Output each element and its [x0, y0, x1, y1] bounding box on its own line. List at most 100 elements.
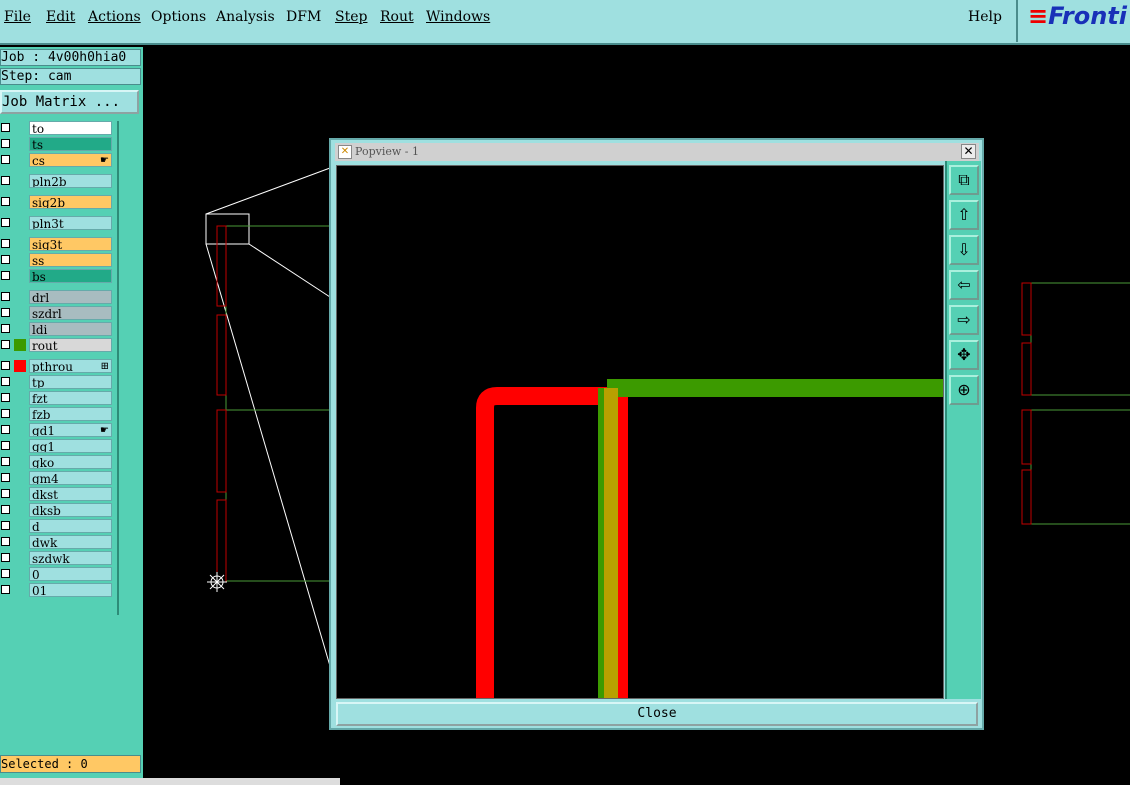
- menu-options[interactable]: Options: [151, 9, 206, 25]
- pan-down-button[interactable]: ⇩: [949, 235, 979, 265]
- layer-checkbox[interactable]: [1, 239, 10, 248]
- layer-row[interactable]: ts: [0, 137, 116, 151]
- menu-help[interactable]: Help: [968, 9, 1002, 25]
- layer-checkbox[interactable]: [1, 537, 10, 546]
- layer-row[interactable]: bs: [0, 269, 116, 283]
- layer-name[interactable]: drl: [29, 290, 112, 304]
- layer-checkbox[interactable]: [1, 308, 10, 317]
- close-icon[interactable]: ✕: [961, 144, 976, 159]
- popview-canvas[interactable]: [336, 165, 944, 699]
- menu-dfm[interactable]: DFM: [286, 9, 321, 25]
- layer-row[interactable]: fzt: [0, 391, 116, 405]
- layer-row[interactable]: to: [0, 121, 116, 135]
- layer-row[interactable]: cs ☛: [0, 153, 116, 167]
- layer-row[interactable]: sig3t: [0, 237, 116, 251]
- layer-row[interactable]: ldi: [0, 322, 116, 336]
- layer-name[interactable]: cs ☛: [29, 153, 112, 167]
- layer-checkbox[interactable]: [1, 521, 10, 530]
- layer-checkbox[interactable]: [1, 569, 10, 578]
- layer-row[interactable]: ss: [0, 253, 116, 267]
- layer-row[interactable]: dwk: [0, 535, 116, 549]
- layer-row[interactable]: gd1 ☛: [0, 423, 116, 437]
- layer-checkbox[interactable]: [1, 340, 10, 349]
- layer-checkbox[interactable]: [1, 123, 10, 132]
- layer-name[interactable]: to: [29, 121, 112, 135]
- layer-checkbox[interactable]: [1, 176, 10, 185]
- layer-row[interactable]: sig2b: [0, 195, 116, 209]
- menu-edit[interactable]: Edit: [46, 9, 75, 25]
- layer-name[interactable]: ldi: [29, 322, 112, 336]
- layer-name[interactable]: gd1 ☛: [29, 423, 112, 437]
- layer-name[interactable]: sig3t: [29, 237, 112, 251]
- layer-name[interactable]: szdwk: [29, 551, 112, 565]
- layer-checkbox[interactable]: [1, 409, 10, 418]
- layer-row[interactable]: dksb: [0, 503, 116, 517]
- layer-checkbox[interactable]: [1, 505, 10, 514]
- layer-row[interactable]: drl: [0, 290, 116, 304]
- menu-windows[interactable]: Windows: [426, 9, 490, 25]
- popview-title-bar[interactable]: ✕ Popview - 1 ✕: [335, 143, 979, 161]
- layer-checkbox[interactable]: [1, 553, 10, 562]
- close-button[interactable]: Close: [336, 702, 978, 726]
- layer-row[interactable]: gm4: [0, 471, 116, 485]
- layer-row[interactable]: szdwk: [0, 551, 116, 565]
- pan-right-button[interactable]: ⇨: [949, 305, 979, 335]
- layer-checkbox[interactable]: [1, 255, 10, 264]
- layer-checkbox[interactable]: [1, 197, 10, 206]
- layer-name[interactable]: dwk: [29, 535, 112, 549]
- layer-name[interactable]: tp: [29, 375, 112, 389]
- layer-row[interactable]: 01: [0, 583, 116, 597]
- layer-checkbox[interactable]: [1, 473, 10, 482]
- layer-name[interactable]: pln3t: [29, 216, 112, 230]
- job-matrix-button[interactable]: Job Matrix ...: [0, 90, 139, 114]
- layer-name[interactable]: pln2b: [29, 174, 112, 188]
- menu-analysis[interactable]: Analysis: [216, 9, 275, 25]
- layer-row[interactable]: gg1: [0, 439, 116, 453]
- layer-row[interactable]: szdrl: [0, 306, 116, 320]
- layer-checkbox[interactable]: [1, 393, 10, 402]
- layer-row[interactable]: pln3t: [0, 216, 116, 230]
- layer-name[interactable]: ss: [29, 253, 112, 267]
- menu-rout[interactable]: Rout: [380, 9, 414, 25]
- layer-name[interactable]: 0: [29, 567, 112, 581]
- layer-checkbox[interactable]: [1, 292, 10, 301]
- layer-name[interactable]: gg1: [29, 439, 112, 453]
- layer-name[interactable]: gko: [29, 455, 112, 469]
- layer-row[interactable]: d: [0, 519, 116, 533]
- pan-up-button[interactable]: ⇧: [949, 200, 979, 230]
- layer-checkbox[interactable]: [1, 155, 10, 164]
- layer-checkbox[interactable]: [1, 489, 10, 498]
- layer-name[interactable]: fzt: [29, 391, 112, 405]
- layer-checkbox[interactable]: [1, 271, 10, 280]
- pan-left-button[interactable]: ⇦: [949, 270, 979, 300]
- layer-name[interactable]: gm4: [29, 471, 112, 485]
- layer-checkbox[interactable]: [1, 457, 10, 466]
- layer-checkbox[interactable]: [1, 585, 10, 594]
- layer-row[interactable]: gko: [0, 455, 116, 469]
- layer-checkbox[interactable]: [1, 139, 10, 148]
- layer-row[interactable]: pthrou ⊞: [0, 359, 116, 373]
- menu-step[interactable]: Step: [335, 9, 367, 25]
- layer-name[interactable]: ts: [29, 137, 112, 151]
- zoom-home-button[interactable]: ⊕: [949, 375, 979, 405]
- zoom-fit-button[interactable]: ✥: [949, 340, 979, 370]
- layer-name[interactable]: d: [29, 519, 112, 533]
- layer-name[interactable]: fzb: [29, 407, 112, 421]
- layer-name[interactable]: dksb: [29, 503, 112, 517]
- layer-checkbox[interactable]: [1, 361, 10, 370]
- zoom-window-button[interactable]: ⧉: [949, 165, 979, 195]
- layer-row[interactable]: pln2b: [0, 174, 116, 188]
- layer-name[interactable]: dkst: [29, 487, 112, 501]
- layer-name[interactable]: pthrou ⊞: [29, 359, 112, 373]
- layer-name[interactable]: bs: [29, 269, 112, 283]
- layer-checkbox[interactable]: [1, 324, 10, 333]
- layer-row[interactable]: tp: [0, 375, 116, 389]
- layer-checkbox[interactable]: [1, 377, 10, 386]
- layer-checkbox[interactable]: [1, 441, 10, 450]
- layer-name[interactable]: 01: [29, 583, 112, 597]
- menu-actions[interactable]: Actions: [88, 9, 141, 25]
- layer-row[interactable]: dkst: [0, 487, 116, 501]
- layer-checkbox[interactable]: [1, 425, 10, 434]
- layer-checkbox[interactable]: [1, 218, 10, 227]
- layer-name[interactable]: rout: [29, 338, 112, 352]
